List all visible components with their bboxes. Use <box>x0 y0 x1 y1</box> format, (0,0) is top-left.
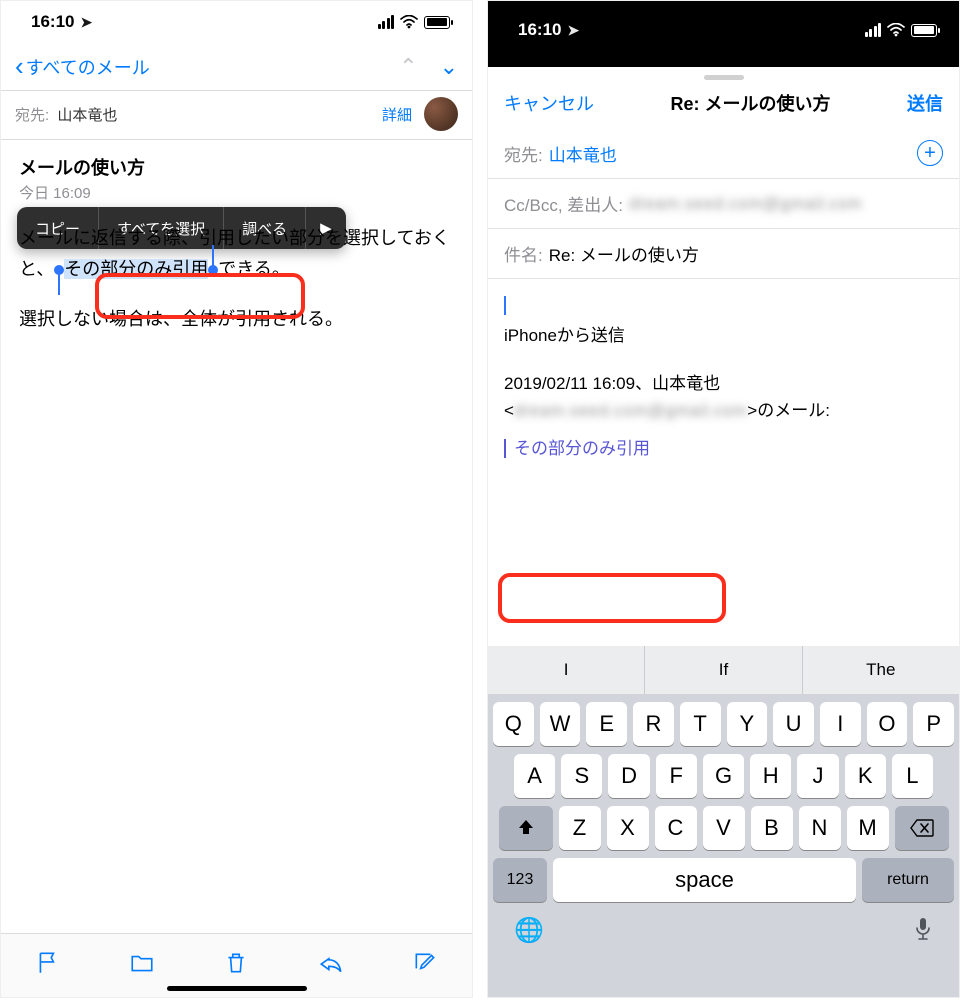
key-f[interactable]: F <box>656 754 697 798</box>
battery-icon <box>911 24 937 37</box>
suggestion-1[interactable]: I <box>488 646 645 694</box>
cc-field[interactable]: Cc/Bcc, 差出人: dream.seed.com@gmail.com <box>488 179 959 229</box>
cancel-button[interactable]: キャンセル <box>504 90 594 116</box>
flag-button[interactable] <box>35 950 61 981</box>
message-subject: メールの使い方 <box>19 154 454 180</box>
key-t[interactable]: T <box>680 702 721 746</box>
space-key[interactable]: space <box>553 858 856 902</box>
suggestion-2[interactable]: If <box>645 646 802 694</box>
key-p[interactable]: P <box>913 702 954 746</box>
avatar[interactable] <box>424 97 458 131</box>
key-row-3: ZXCVBNM <box>488 798 959 850</box>
compose-button[interactable] <box>412 950 438 981</box>
subject-field[interactable]: 件名: Re: メールの使い方 <box>488 229 959 279</box>
chevron-left-icon: ‹ <box>15 51 24 82</box>
location-icon: ➤ <box>80 14 92 31</box>
key-g[interactable]: G <box>703 754 744 798</box>
key-row-2: ASDFGHJKL <box>488 746 959 798</box>
to-label: 宛先: <box>504 141 543 166</box>
message-date: 今日 16:09 <box>19 182 454 203</box>
keyboard: I If The QWERTYUIOP ASDFGHJKL ZXCVBNM 12… <box>488 646 959 997</box>
location-icon: ➤ <box>567 22 579 39</box>
key-q[interactable]: Q <box>493 702 534 746</box>
key-e[interactable]: E <box>586 702 627 746</box>
key-n[interactable]: N <box>799 806 841 850</box>
key-h[interactable]: H <box>750 754 791 798</box>
selection-handle-start[interactable] <box>54 265 64 275</box>
key-a[interactable]: A <box>514 754 555 798</box>
cc-label: Cc/Bcc, 差出人: <box>504 191 623 216</box>
return-key[interactable]: return <box>862 858 954 902</box>
compose-body[interactable]: iPhoneから送信 2019/02/11 16:09、山本竜也 <dream.… <box>488 279 959 476</box>
signal-icon <box>378 15 395 29</box>
wifi-icon <box>400 15 418 29</box>
trash-button[interactable] <box>223 950 249 981</box>
key-m[interactable]: M <box>847 806 889 850</box>
compose-title: Re: メールの使い方 <box>670 90 830 116</box>
battery-icon <box>424 16 450 29</box>
numbers-key[interactable]: 123 <box>493 858 547 902</box>
to-name[interactable]: 山本竜也 <box>57 107 117 124</box>
annotation-highlight <box>95 273 305 319</box>
detail-button[interactable]: 詳細 <box>382 104 412 125</box>
key-x[interactable]: X <box>607 806 649 850</box>
key-s[interactable]: S <box>561 754 602 798</box>
key-l[interactable]: L <box>892 754 933 798</box>
compose-nav: キャンセル Re: メールの使い方 送信 <box>488 80 959 128</box>
key-k[interactable]: K <box>845 754 886 798</box>
add-recipient-button[interactable]: + <box>917 140 943 166</box>
key-row-4: 123 space return <box>488 850 959 902</box>
quote-header: 2019/02/11 16:09、山本竜也 <dream.seed.com@gm… <box>504 371 943 424</box>
backspace-key[interactable] <box>895 806 949 850</box>
key-o[interactable]: O <box>867 702 908 746</box>
from-email: dream.seed.com@gmail.com <box>629 194 862 214</box>
mic-key[interactable] <box>913 916 933 949</box>
key-u[interactable]: U <box>773 702 814 746</box>
subject-value: Re: メールの使い方 <box>549 241 699 266</box>
quoted-text: その部分のみ引用 <box>504 436 943 462</box>
shift-key[interactable] <box>499 806 553 850</box>
home-indicator[interactable] <box>167 986 307 991</box>
status-bar: 16:10 ➤ <box>1 1 472 43</box>
key-z[interactable]: Z <box>559 806 601 850</box>
back-button[interactable]: ‹ すべてのメール <box>15 51 150 82</box>
key-j[interactable]: J <box>797 754 838 798</box>
globe-key[interactable]: 🌐 <box>514 916 544 949</box>
to-label: 宛先: <box>15 107 49 124</box>
key-c[interactable]: C <box>655 806 697 850</box>
key-row-1: QWERTYUIOP <box>488 694 959 746</box>
mail-compose-screen: 16:10 ➤ キャンセル Re: メールの使い方 送信 宛先: 山本竜也 + … <box>487 0 960 998</box>
signal-icon <box>865 23 882 37</box>
compose-sheet: キャンセル Re: メールの使い方 送信 宛先: 山本竜也 + Cc/Bcc, … <box>488 67 959 997</box>
key-d[interactable]: D <box>608 754 649 798</box>
sheet-backdrop[interactable] <box>488 53 959 67</box>
status-time: 16:10 <box>518 20 561 40</box>
next-message-button[interactable]: ⌄ <box>440 54 458 80</box>
nav-bar: ‹ すべてのメール ⌃ ⌄ <box>1 43 472 91</box>
back-label: すべてのメール <box>26 54 150 80</box>
key-r[interactable]: R <box>633 702 674 746</box>
status-bar: 16:10 ➤ <box>488 1 959 53</box>
mail-read-screen: 16:10 ➤ ‹ すべてのメール ⌃ ⌄ 宛先: 山本竜也 詳細 メールの使い… <box>0 0 473 998</box>
to-field[interactable]: 宛先: 山本竜也 + <box>488 128 959 179</box>
annotation-highlight <box>498 573 726 623</box>
move-button[interactable] <box>129 950 155 981</box>
suggestion-3[interactable]: The <box>803 646 959 694</box>
key-w[interactable]: W <box>540 702 581 746</box>
send-button[interactable]: 送信 <box>907 90 943 116</box>
status-time: 16:10 <box>31 12 74 32</box>
reply-button[interactable] <box>318 950 344 981</box>
message-header: メールの使い方 今日 16:09 <box>1 140 472 209</box>
to-name[interactable]: 山本竜也 <box>549 141 617 166</box>
recipient-row: 宛先: 山本竜也 詳細 <box>1 91 472 139</box>
prev-message-button[interactable]: ⌃ <box>399 54 417 80</box>
key-y[interactable]: Y <box>727 702 768 746</box>
key-v[interactable]: V <box>703 806 745 850</box>
key-b[interactable]: B <box>751 806 793 850</box>
key-i[interactable]: I <box>820 702 861 746</box>
suggestion-bar: I If The <box>488 646 959 694</box>
wifi-icon <box>887 23 905 37</box>
subject-label: 件名: <box>504 241 543 266</box>
signature: iPhoneから送信 <box>504 323 943 349</box>
